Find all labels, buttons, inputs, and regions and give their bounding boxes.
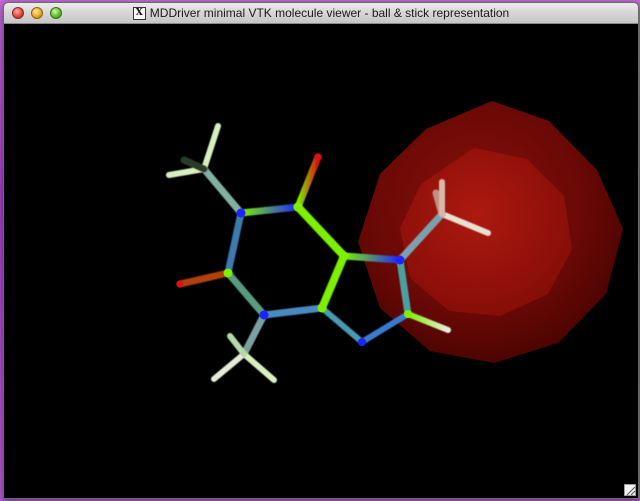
window-titlebar[interactable]: X MDDriver minimal VTK molecule viewer -… bbox=[4, 3, 638, 24]
atom-oxygen bbox=[314, 153, 322, 161]
bond bbox=[180, 156, 208, 173]
viewer-window[interactable]: X MDDriver minimal VTK molecule viewer -… bbox=[3, 2, 639, 499]
atom-carbon bbox=[339, 251, 349, 261]
bond bbox=[237, 203, 302, 217]
atom-nitrogen bbox=[259, 310, 269, 320]
bond bbox=[200, 165, 245, 217]
bond bbox=[260, 304, 326, 319]
bond bbox=[227, 333, 247, 357]
bond bbox=[224, 269, 268, 319]
atom-carbon bbox=[404, 310, 412, 318]
bond bbox=[176, 269, 232, 288]
atom-nitrogen bbox=[395, 255, 405, 265]
molecule-scene[interactable] bbox=[4, 24, 638, 498]
bond bbox=[201, 123, 221, 172]
bond bbox=[340, 252, 404, 264]
bond bbox=[240, 311, 268, 358]
window-title: MDDriver minimal VTK molecule viewer - b… bbox=[149, 6, 510, 20]
resize-grip-icon[interactable] bbox=[624, 484, 636, 496]
atom-nitrogen bbox=[358, 338, 366, 346]
bond bbox=[294, 153, 322, 211]
bond bbox=[294, 203, 348, 260]
bond bbox=[319, 305, 365, 345]
x11-icon: X bbox=[132, 6, 146, 20]
bond bbox=[359, 311, 411, 345]
molecule-render-view[interactable] bbox=[4, 24, 638, 498]
bond bbox=[241, 351, 277, 383]
atom-oxygen bbox=[176, 280, 184, 288]
bond bbox=[318, 252, 348, 312]
atom-nitrogen bbox=[236, 208, 246, 218]
atom-carbon bbox=[293, 202, 303, 212]
atom-carbon bbox=[223, 268, 233, 278]
atom-carbon bbox=[317, 303, 327, 313]
bond bbox=[224, 209, 245, 277]
bond bbox=[211, 351, 247, 382]
window-title-area: X MDDriver minimal VTK molecule viewer -… bbox=[4, 3, 638, 23]
